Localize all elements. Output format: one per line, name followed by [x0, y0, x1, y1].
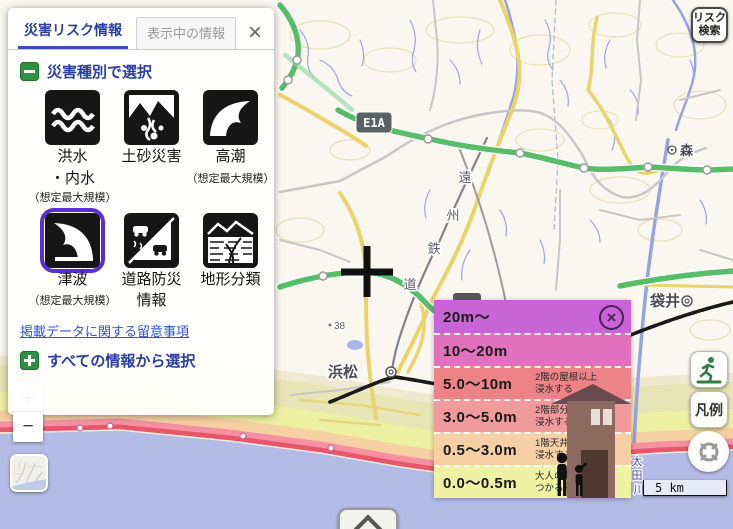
close-icon[interactable]: ×	[244, 23, 266, 49]
storm-surge-icon	[203, 90, 258, 145]
legend-button[interactable]: 凡例	[690, 391, 728, 428]
road-disaster-icon	[124, 213, 179, 268]
disaster-type-grid: 洪水 ・内水 （想定最大規模） 土砂災害	[8, 90, 274, 311]
legend-row-20m: 20m〜 ×	[434, 300, 631, 333]
map-label-spot38: 38	[334, 321, 346, 332]
tile-landform[interactable]: 地形分類	[191, 213, 270, 312]
tile-flood[interactable]: 洪水 ・内水 （想定最大規模）	[33, 90, 112, 205]
collapse-chevron-icon[interactable]	[338, 508, 398, 529]
legend-row-0-05m: 0.0〜0.5m 大人の膝までつかる程度	[434, 465, 631, 498]
evacuation-site-button[interactable]	[690, 351, 728, 388]
tile-road-disaster[interactable]: 道路防災 情報	[112, 213, 191, 312]
svg-text:鉄: 鉄	[427, 241, 440, 256]
data-notes-link[interactable]: 掲載データに関する留意事項	[20, 321, 262, 340]
map-label-hamamatsu: 浜松	[328, 363, 358, 381]
tile-tsunami[interactable]: 津波 （想定最大規模）	[33, 213, 112, 312]
map-label-mori: 森	[680, 143, 694, 158]
svg-text:田: 田	[632, 470, 643, 482]
section-title-all: すべての情報から選択	[47, 350, 195, 371]
legend-row-5-10m: 5.0〜10m 2階の屋根以上浸水する	[434, 366, 631, 399]
legend-row-3-5m: 3.0〜5.0m 2階部分まで浸水する程度	[434, 399, 631, 432]
zoom-out-button[interactable]: −	[13, 412, 43, 442]
flood-icon	[45, 90, 100, 145]
landform-icon	[203, 213, 258, 268]
locate-compass-icon[interactable]	[688, 431, 729, 472]
legend-close-icon[interactable]: ×	[599, 305, 624, 330]
map-label-fukuroi: 袋井	[649, 292, 680, 310]
section-title: 災害種別で選択	[47, 61, 152, 82]
legend-row-05-3m: 0.5〜3.0m 1階天井まで浸水する程度	[434, 432, 631, 465]
minimap-button[interactable]	[10, 454, 48, 492]
expand-plus-icon[interactable]	[20, 351, 39, 370]
route-badge-e1a: E1A	[356, 112, 392, 133]
risk-search-button[interactable]: リスク検索	[691, 7, 728, 43]
legend-row-10-20m: 10〜20m	[434, 333, 631, 366]
collapse-minus-icon[interactable]	[20, 62, 39, 81]
hazard-map-app: E1A 浜松 袋井 森 38 遠 州 鉄 道 太 田 川	[0, 0, 733, 529]
tab-disaster-risk[interactable]: 災害リスク情報	[18, 15, 128, 49]
pond	[347, 340, 363, 350]
svg-text:E1A: E1A	[363, 116, 385, 130]
sediment-icon	[124, 90, 179, 145]
scale-bar: 5 km	[643, 480, 727, 496]
minimap-icon	[12, 454, 46, 492]
evacuation-runner-icon	[694, 355, 724, 385]
svg-text:州: 州	[446, 208, 459, 223]
svg-text:道: 道	[403, 277, 416, 292]
svg-text:太: 太	[632, 455, 643, 468]
tab-displayed-info[interactable]: 表示中の情報	[136, 17, 236, 49]
panel-tabbar: 災害リスク情報 表示中の情報 ×	[8, 8, 274, 50]
section-disaster-type[interactable]: 災害種別で選択	[20, 61, 262, 82]
tile-storm-surge[interactable]: 高潮 （想定最大規模）	[191, 90, 270, 205]
tsunami-icon	[45, 213, 100, 268]
tile-sediment[interactable]: 土砂災害	[112, 90, 191, 205]
svg-text:遠: 遠	[458, 170, 471, 185]
section-all-info[interactable]: すべての情報から選択	[20, 350, 262, 371]
tsunami-depth-legend: 20m〜 × 10〜20m 5.0〜10m 2階の屋根以上浸水する 3.0〜5.…	[434, 300, 631, 498]
disaster-info-panel: 災害リスク情報 表示中の情報 × 災害種別で選択 洪水 ・内水 （想定最大規模）	[8, 8, 274, 415]
